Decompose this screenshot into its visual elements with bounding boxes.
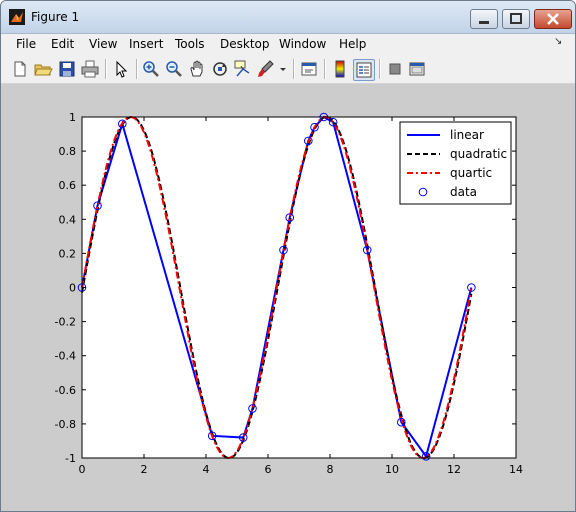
legend-label-data: data [450, 185, 477, 199]
y-tick-label: -0.6 [55, 384, 76, 397]
close-icon [547, 13, 559, 25]
y-tick-label: 0.8 [59, 145, 77, 158]
menu-desktop[interactable]: Desktop [220, 37, 270, 51]
menu-tools[interactable]: Tools [175, 37, 205, 51]
y-tick-label: -0.2 [55, 316, 76, 329]
y-tick-label: 0.4 [59, 213, 77, 226]
figure-toolbar [1, 55, 575, 84]
menu-view[interactable]: View [89, 37, 117, 51]
toolbar-separator [105, 59, 107, 79]
maximize-icon [510, 13, 522, 24]
x-tick-label: 2 [141, 463, 148, 476]
y-tick-label: 0.2 [59, 247, 77, 260]
toolbar-separator [293, 59, 295, 79]
x-tick-label: 14 [509, 463, 523, 476]
legend-label-linear: linear [450, 128, 484, 142]
print-icon[interactable] [80, 59, 100, 79]
minimize-button[interactable] [470, 9, 498, 29]
toolbar-separator [379, 59, 381, 79]
y-tick-label: -1 [65, 452, 76, 465]
zoom-out-icon[interactable] [164, 59, 184, 79]
y-tick-label: 1 [69, 111, 76, 124]
rotate-3d-icon[interactable] [210, 59, 230, 79]
brush-dropdown-icon[interactable] [278, 59, 288, 79]
colorbar-icon[interactable] [330, 59, 350, 79]
y-tick-label: -0.8 [55, 418, 76, 431]
new-figure-icon[interactable] [10, 59, 30, 79]
pan-icon[interactable] [187, 59, 207, 79]
dock-arrow-icon[interactable]: ↘ [554, 36, 562, 47]
toolbar-separator [136, 59, 138, 79]
brush-icon[interactable] [256, 59, 276, 79]
legend-label-quartic: quartic [450, 166, 492, 180]
x-tick-label: 10 [385, 463, 399, 476]
line-plot: 0 2 4 6 8 10 12 14 1 0.8 0.6 0.4 0.2 0 -0.2 -0.4 -0.6 -0.… [55, 111, 523, 476]
legend: linear quadratic quartic data [399, 121, 512, 205]
menu-bar: File Edit View Insert Tools Desktop Wind… [1, 34, 575, 55]
show-plot-tools-icon[interactable] [407, 59, 427, 79]
matlab-logo-icon [9, 9, 25, 25]
x-tick-label: 6 [265, 463, 272, 476]
maximize-button[interactable] [502, 9, 530, 29]
figure-window: Figure 1 File Edit View Insert Tools Des… [0, 0, 576, 512]
link-plot-icon[interactable] [299, 59, 319, 79]
menu-file[interactable]: File [16, 37, 36, 51]
save-icon[interactable] [57, 59, 77, 79]
x-tick-label: 0 [79, 463, 86, 476]
toolbar-separator [324, 59, 326, 79]
open-file-icon[interactable] [33, 59, 53, 79]
y-tick-label: 0.6 [59, 179, 77, 192]
minimize-icon [479, 21, 489, 24]
pointer-icon[interactable] [111, 59, 131, 79]
figure-canvas: 0 2 4 6 8 10 12 14 1 0.8 0.6 0.4 0.2 0 -0.2 -0.4 -0.6 -0.… [1, 84, 575, 511]
legend-label-quadratic: quadratic [450, 147, 507, 161]
x-tick-label: 8 [327, 463, 334, 476]
data-cursor-icon[interactable] [233, 59, 253, 79]
y-tick-label: -0.4 [55, 350, 76, 363]
x-tick-label: 12 [447, 463, 461, 476]
x-tick-label: 4 [203, 463, 210, 476]
window-title: Figure 1 [31, 10, 80, 24]
y-tick-label: 0 [69, 282, 76, 295]
menu-window[interactable]: Window [279, 37, 326, 51]
zoom-in-icon[interactable] [141, 59, 161, 79]
menu-edit[interactable]: Edit [51, 37, 74, 51]
menu-help[interactable]: Help [339, 37, 366, 51]
legend-icon[interactable] [353, 59, 375, 81]
close-button[interactable] [534, 9, 572, 29]
title-bar[interactable]: Figure 1 [1, 1, 575, 34]
hide-plot-tools-icon[interactable] [385, 59, 405, 79]
menu-insert[interactable]: Insert [129, 37, 163, 51]
